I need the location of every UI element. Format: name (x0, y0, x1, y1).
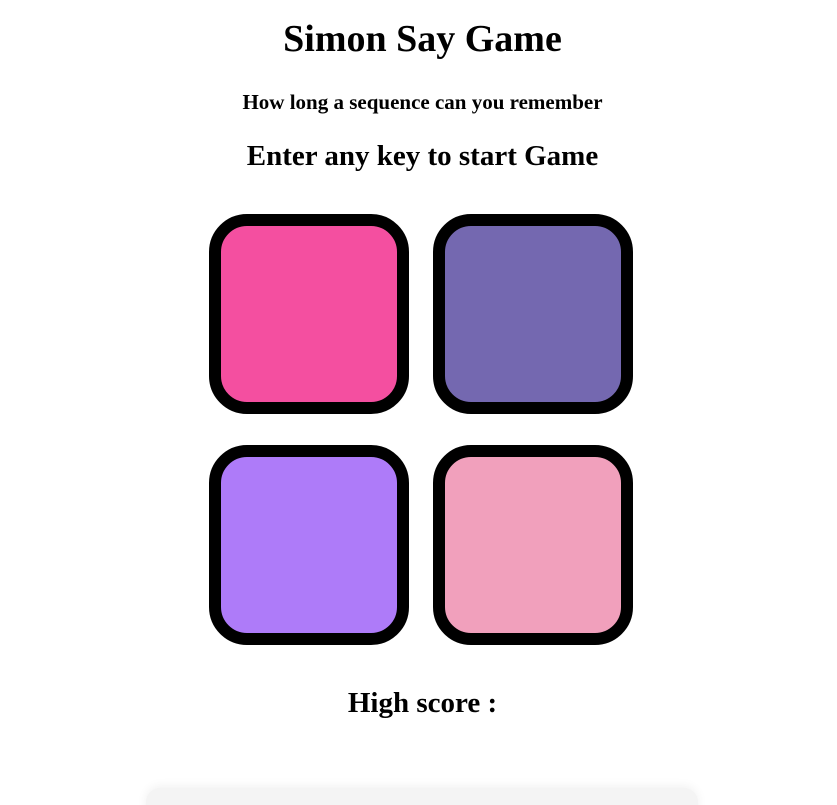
game-status: Enter any key to start Game (246, 140, 599, 172)
page-subtitle: How long a sequence can you remember (242, 90, 603, 114)
bottom-panel (146, 788, 698, 805)
simon-button-purple[interactable] (433, 214, 633, 414)
simon-button-pink[interactable] (209, 214, 409, 414)
page-title: Simon Say Game (283, 18, 562, 60)
high-score: High score : (347, 687, 498, 719)
simon-button-light-pink[interactable] (433, 445, 633, 645)
simon-button-violet[interactable] (209, 445, 409, 645)
game-page: Simon Say Game How long a sequence can y… (0, 0, 837, 805)
